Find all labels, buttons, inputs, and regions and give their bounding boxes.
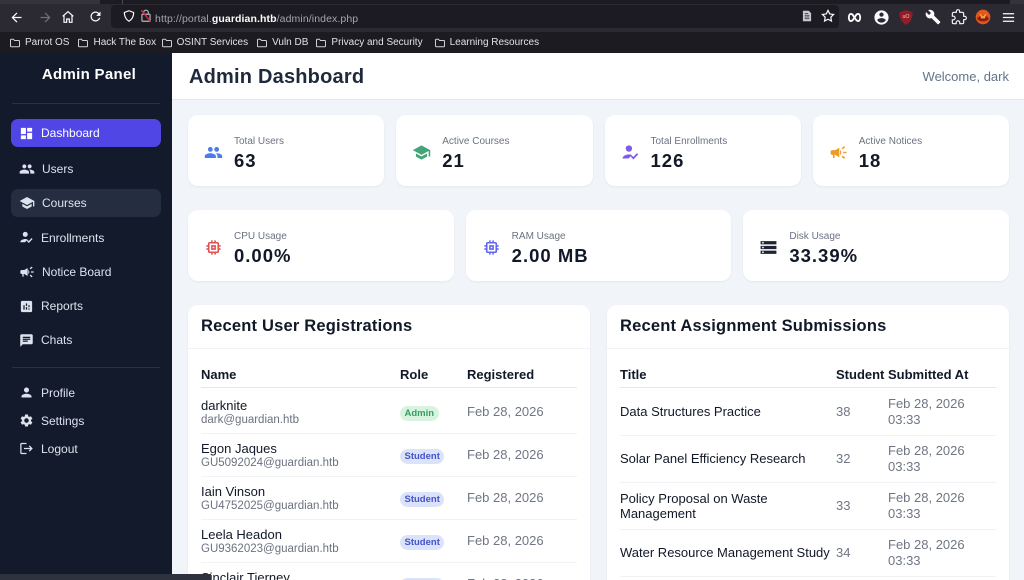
svg-text:uO: uO [902,14,909,20]
